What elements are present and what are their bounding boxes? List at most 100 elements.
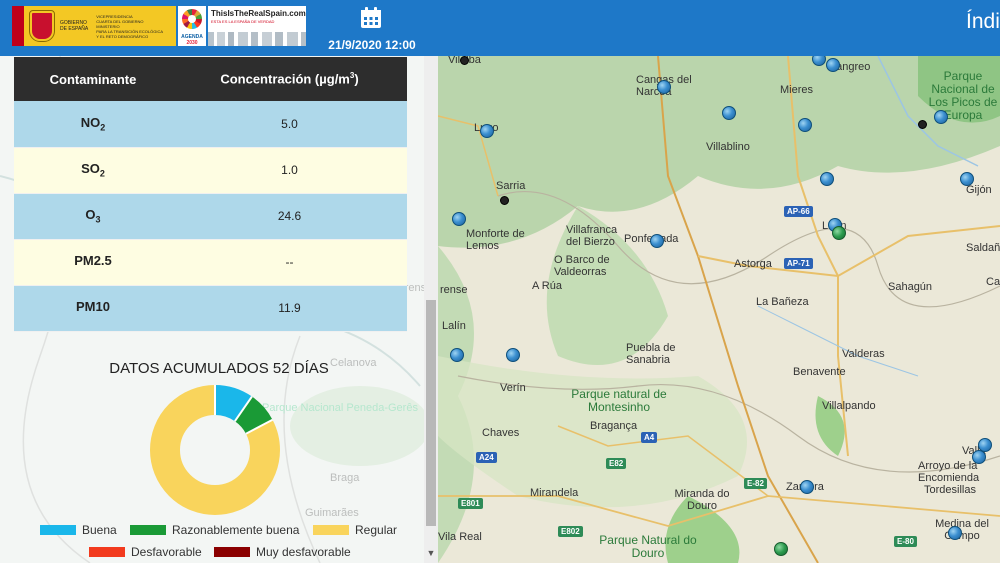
place-sarria: Sarria xyxy=(496,180,526,192)
header-concentration-end: ) xyxy=(354,71,359,87)
legend-label: Muy desfavorable xyxy=(256,545,351,559)
gov-line-2: DE ESPAÑA xyxy=(60,26,89,32)
header-concentration: Concentración (µg/m3) xyxy=(172,57,407,101)
legend-label: Desfavorable xyxy=(131,545,202,559)
bg-place-guimaraes: Guimarães xyxy=(305,507,359,519)
station-marker[interactable] xyxy=(722,106,736,120)
legend-item[interactable]: Razonablemente buena xyxy=(130,523,299,537)
station-marker[interactable] xyxy=(657,80,671,94)
place-monforte-de-lemos: Monforte de Lemos xyxy=(466,228,525,252)
pollutant-base: PM10 xyxy=(76,299,110,315)
place-saldana-partial: Saldañ xyxy=(966,242,1000,254)
station-marker[interactable] xyxy=(934,110,948,124)
station-marker[interactable] xyxy=(450,348,464,362)
place-la-baneza: La Bañeza xyxy=(756,296,809,308)
station-marker-black[interactable] xyxy=(460,56,469,65)
skyline-graphic xyxy=(208,32,306,46)
station-marker[interactable] xyxy=(650,234,664,248)
place-miranda-do-douro: Miranda do Douro xyxy=(674,488,730,512)
pollutant-value: 5.0 xyxy=(172,101,407,148)
legend-item[interactable]: Muy desfavorable xyxy=(214,545,351,559)
station-marker[interactable] xyxy=(960,172,974,186)
park-montesinho: Parque natural de Montesinho xyxy=(564,388,674,414)
station-marker[interactable] xyxy=(798,118,812,132)
station-marker[interactable] xyxy=(452,212,466,226)
calendar-icon[interactable] xyxy=(359,6,383,30)
place-mirandela: Mirandela xyxy=(530,487,579,499)
map-terrain xyxy=(438,56,1000,563)
pollutant-sub: 2 xyxy=(100,122,106,133)
station-marker-black[interactable] xyxy=(918,120,927,129)
legend-swatch-regular xyxy=(313,525,349,535)
station-marker[interactable] xyxy=(800,480,814,494)
ministry-label: VICEPRESIDENCIA CUARTA DEL GOBIERNO MINI… xyxy=(96,14,163,39)
place-mieres: Mieres xyxy=(780,84,814,96)
place-villalpando: Villalpando xyxy=(822,400,876,412)
place-tordesillas: Tordesillas xyxy=(924,484,976,496)
air-quality-map[interactable]: Vilalba Cangas del Narcea Mieres Langreo… xyxy=(438,56,1000,563)
park-douro: Parque Natural do Douro xyxy=(598,534,698,560)
station-marker[interactable] xyxy=(826,58,840,72)
header-concentration-text: Concentración (µg/m xyxy=(220,71,350,87)
station-marker[interactable] xyxy=(820,172,834,186)
scroll-down-arrow-icon[interactable]: ▼ xyxy=(426,546,436,560)
park-montesinho-label: Parque natural de Montesinho xyxy=(571,387,667,414)
station-marker-green[interactable] xyxy=(774,542,788,556)
pollutant-table: Contaminante Concentración (µg/m3) NO2 5… xyxy=(14,57,407,332)
header-pollutant: Contaminante xyxy=(14,57,172,101)
place-villablino: Villablino xyxy=(706,141,750,153)
agenda-year: 2030 xyxy=(186,40,198,46)
pollutant-name: O3 xyxy=(14,193,172,240)
table-row: PM2.5 -- xyxy=(14,239,407,286)
place-ca-partial: Ca xyxy=(986,276,1000,288)
legend-item[interactable]: Buena xyxy=(40,523,117,537)
table-header-row: Contaminante Concentración (µg/m3) xyxy=(14,57,407,101)
scrollbar-thumb[interactable] xyxy=(426,300,436,526)
station-marker-green[interactable] xyxy=(832,226,846,240)
place-astorga: Astorga xyxy=(734,258,772,270)
station-marker[interactable] xyxy=(972,450,986,464)
legend-swatch-muy-desfavorable xyxy=(214,547,250,557)
pollutant-sub: 2 xyxy=(99,168,105,179)
road-e82: E82 xyxy=(606,458,627,469)
station-marker[interactable] xyxy=(948,526,962,540)
pollutant-value: 24.6 xyxy=(172,193,407,240)
bg-place-braga: Braga xyxy=(330,472,360,484)
date-time-display: 21/9/2020 12:00 xyxy=(328,38,416,52)
top-header-bar: GOBIERNO DE ESPAÑA VICEPRESIDENCIA CUART… xyxy=(0,0,1000,56)
road-a4: A4 xyxy=(641,432,658,443)
spain-flag-icon xyxy=(12,6,24,46)
real-spain-logo: ThisIsTheRealSpain.com ESTA ES LA ESPAÑA… xyxy=(208,6,306,46)
pollutant-value: -- xyxy=(172,239,407,286)
pollutant-name: SO2 xyxy=(14,147,172,194)
coat-of-arms-icon xyxy=(29,10,55,42)
table-row: NO2 5.0 xyxy=(14,101,407,148)
pollutant-sub: 3 xyxy=(95,214,101,225)
legend-item[interactable]: Desfavorable xyxy=(89,545,202,559)
legend-label: Buena xyxy=(82,523,117,537)
park-douro-label: Parque Natural do Douro xyxy=(599,533,697,560)
agenda-2030-logo: AGENDA 2030 xyxy=(178,6,206,46)
table-row: SO2 1.0 xyxy=(14,147,407,194)
real-spain-title: ThisIsTheRealSpain.com xyxy=(211,9,306,18)
legend-label: Regular xyxy=(355,523,398,537)
table-row: PM10 11.9 xyxy=(14,285,407,332)
accumulated-data-title: DATOS ACUMULADOS 52 DÍAS xyxy=(109,360,329,377)
government-label: GOBIERNO DE ESPAÑA xyxy=(60,20,88,32)
place-valderas: Valderas xyxy=(842,348,885,360)
sdg-wheel-icon xyxy=(182,9,202,29)
legend-label: Razonablemente buena xyxy=(172,523,300,537)
accumulated-donut-chart xyxy=(150,385,280,515)
road-ap71: AP-71 xyxy=(784,258,813,269)
legend-swatch-razonable xyxy=(130,525,166,535)
place-benavente: Benavente xyxy=(793,366,846,378)
station-marker[interactable] xyxy=(480,124,494,138)
road-e802: E802 xyxy=(558,526,583,537)
station-marker[interactable] xyxy=(506,348,520,362)
legend-item[interactable]: Regular xyxy=(313,523,397,537)
place-puebla-de-sanabria: Puebla de Sanabria xyxy=(626,342,676,366)
road-ap66: AP-66 xyxy=(784,206,813,217)
pollutant-base: PM2.5 xyxy=(74,253,112,269)
station-marker-black[interactable] xyxy=(500,196,509,205)
legend-swatch-desfavorable xyxy=(89,547,125,557)
